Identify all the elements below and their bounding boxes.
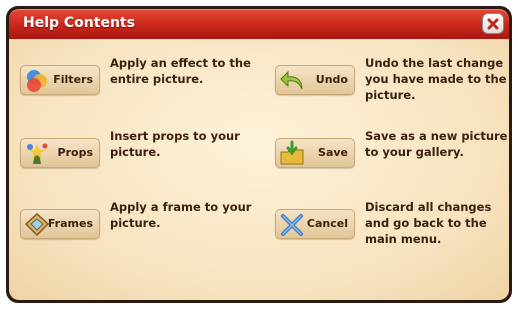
- cancel-button-label: Cancel: [306, 217, 348, 230]
- filters-icon: [27, 70, 47, 92]
- save-button[interactable]: Save: [275, 138, 355, 168]
- undo-description: Undo the last change you have made to th…: [365, 56, 507, 102]
- cancel-button[interactable]: Cancel: [275, 209, 355, 239]
- props-icon: [27, 143, 48, 164]
- save-button-label: Save: [318, 146, 348, 159]
- filters-button[interactable]: Filters: [20, 65, 100, 95]
- filters-description: Apply an effect to the entire picture.: [110, 56, 251, 86]
- undo-button[interactable]: Undo: [275, 65, 355, 95]
- save-description: Save as a new picture to your gallery.: [365, 129, 508, 159]
- help-item-undo: Undo Undo the last change you have made …: [275, 55, 507, 113]
- help-item-frames: Frames Apply a frame to your picture.: [20, 199, 251, 257]
- undo-button-label: Undo: [315, 73, 348, 86]
- cancel-description: Discard all changes and go back to the m…: [365, 200, 492, 246]
- help-item-cancel: Cancel Discard all changes and go back t…: [275, 199, 505, 257]
- close-icon: [487, 18, 499, 29]
- help-item-filters: Filters Apply an effect to the entire pi…: [20, 55, 251, 113]
- save-icon: [280, 140, 304, 165]
- frames-button-label: Frames: [47, 217, 93, 230]
- dialog-title-bar: Help Contents: [9, 9, 509, 39]
- dialog-title: Help Contents: [23, 15, 135, 31]
- help-item-save: Save Save as a new picture to your galle…: [275, 128, 507, 186]
- undo-icon: [280, 70, 303, 90]
- props-description: Insert props to your picture.: [110, 129, 240, 159]
- props-button-label: Props: [57, 146, 93, 159]
- close-button[interactable]: [482, 13, 504, 34]
- help-content-panel: Filters Apply an effect to the entire pi…: [9, 39, 509, 300]
- help-contents-dialog: Help Contents Filters Apply an effect to…: [6, 6, 512, 303]
- frames-button[interactable]: Frames: [20, 209, 100, 239]
- cancel-icon: [281, 214, 303, 236]
- frames-description: Apply a frame to your picture.: [110, 200, 252, 230]
- props-button[interactable]: Props: [20, 138, 100, 168]
- frames-icon: [24, 212, 50, 237]
- help-item-props: Props Insert props to your picture.: [20, 128, 250, 186]
- filters-button-label: Filters: [53, 73, 93, 86]
